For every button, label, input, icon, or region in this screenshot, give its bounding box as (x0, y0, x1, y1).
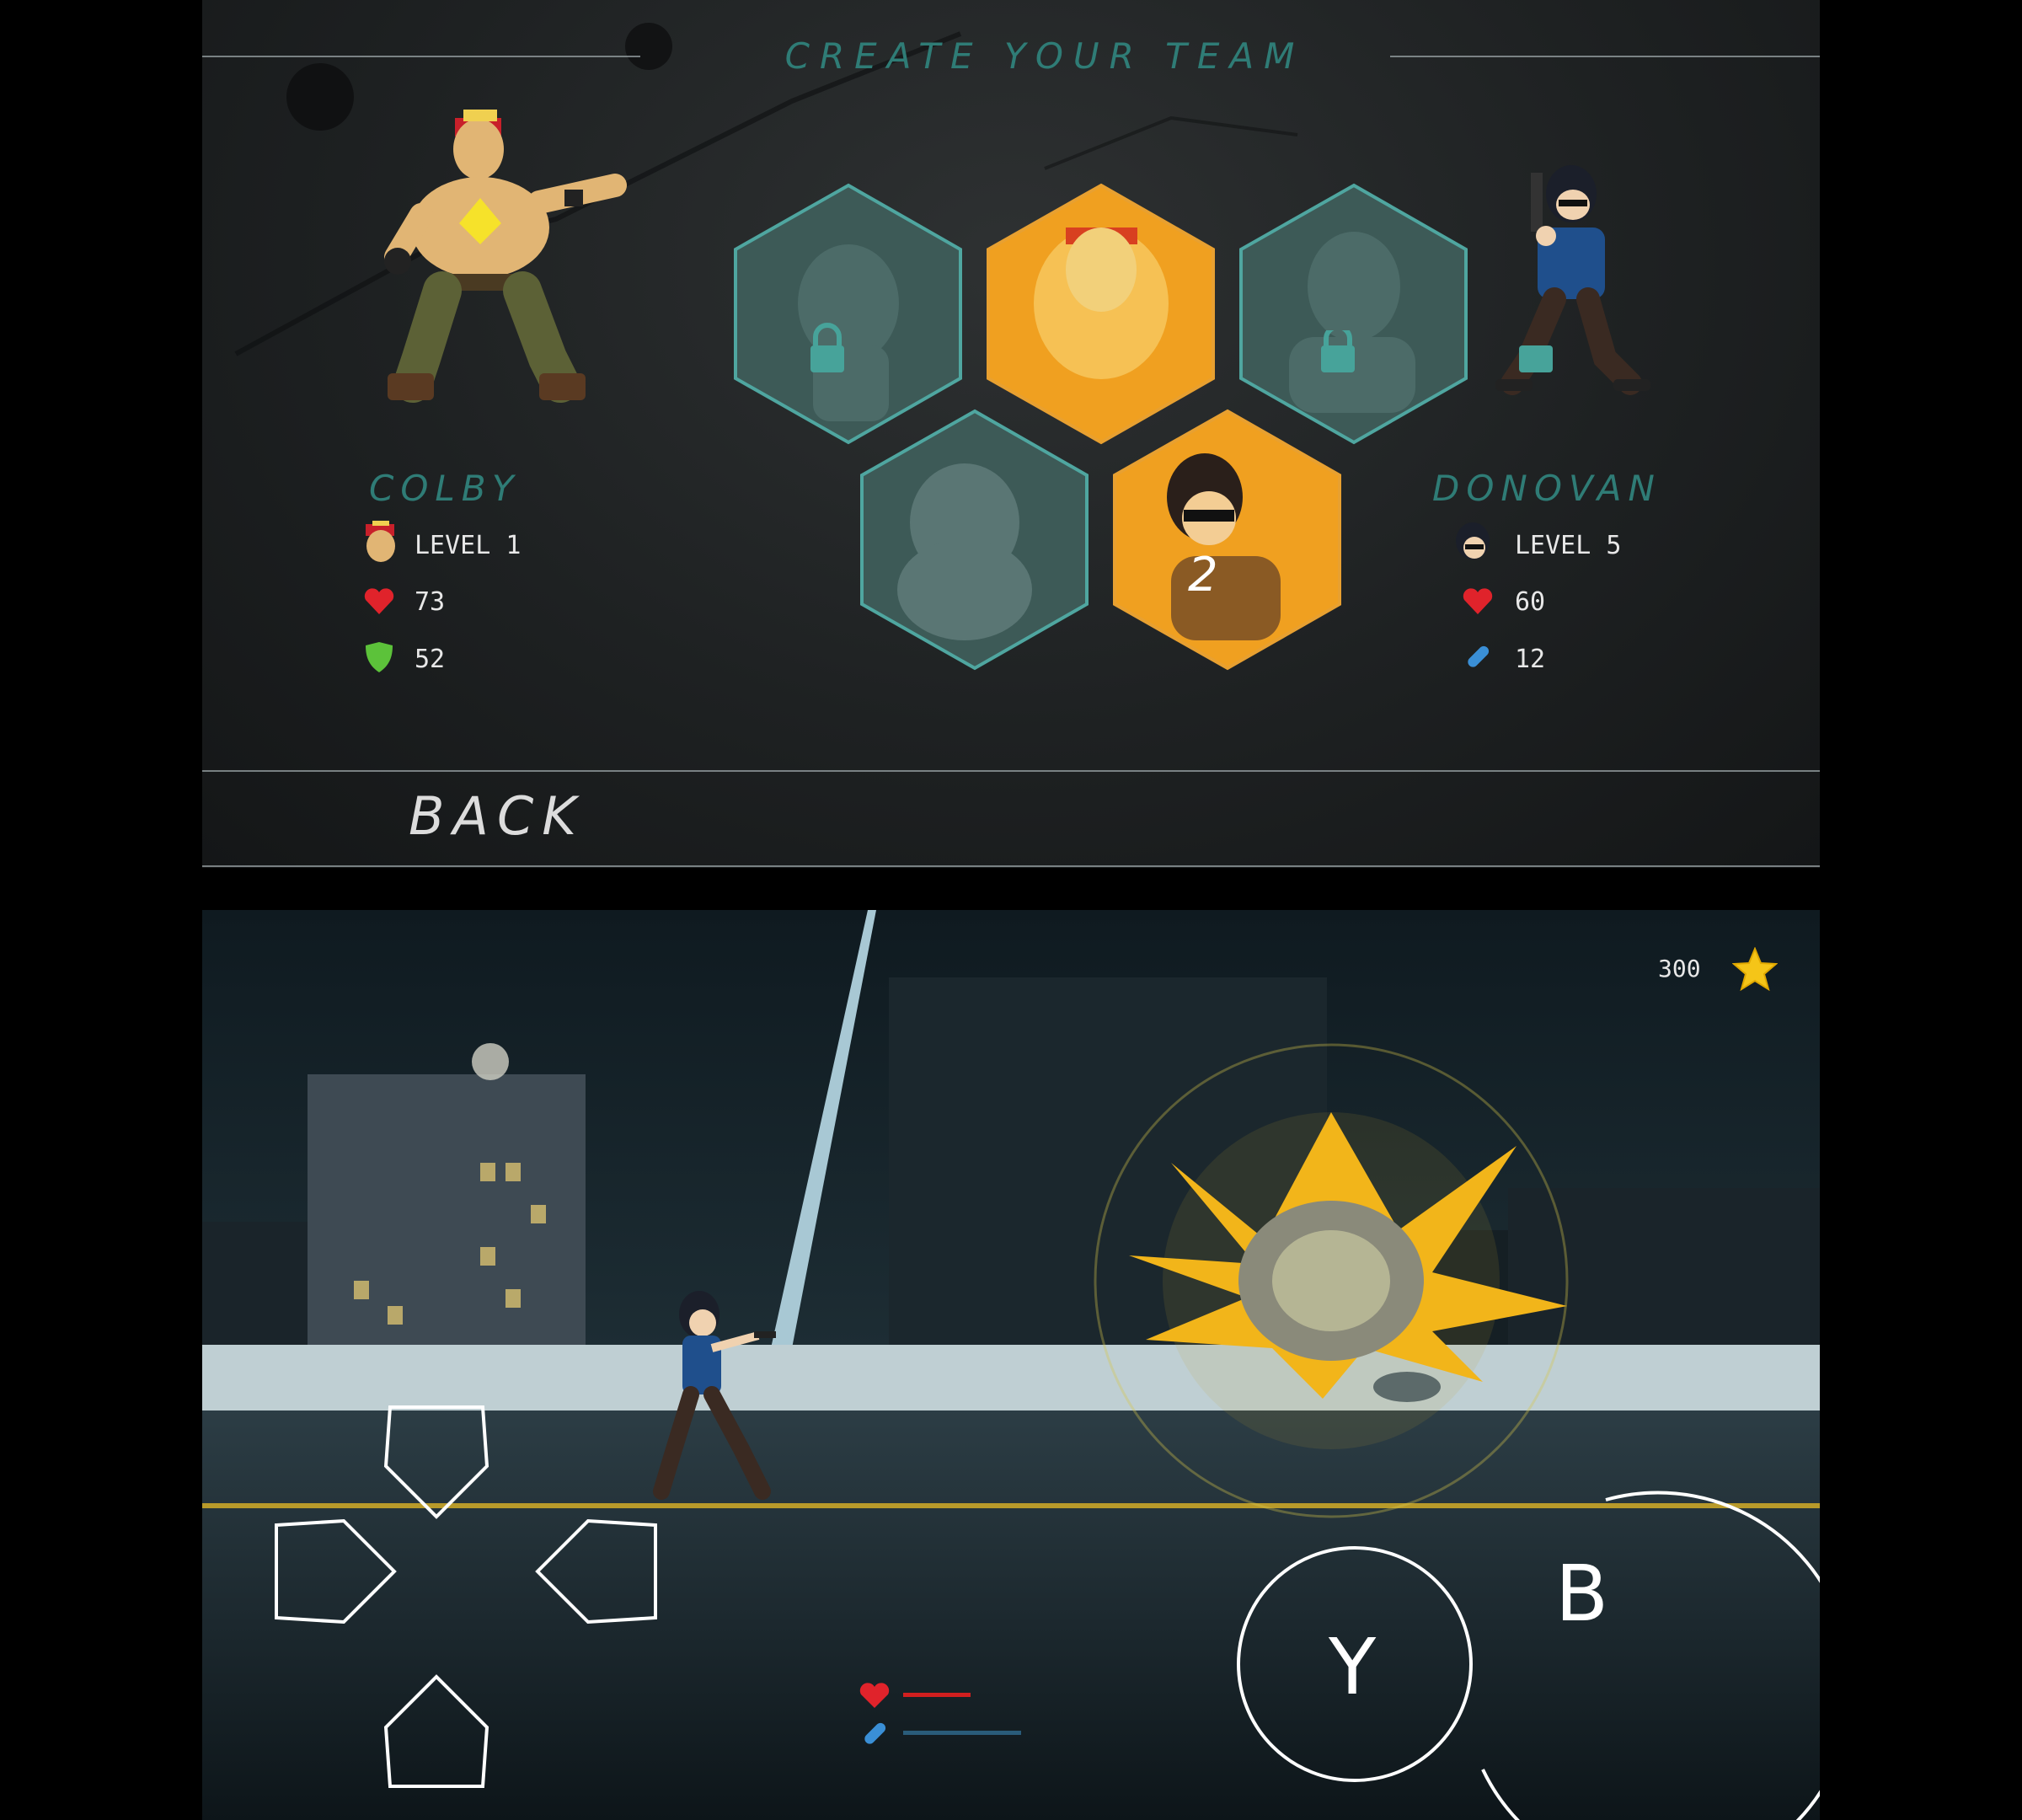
bullet-icon (864, 1722, 886, 1744)
enemy-debris (1373, 1372, 1441, 1402)
team-select-screen: CREATE YOUR TEAM 2 COLBY LEVEL 1 73 52 D… (202, 0, 1820, 868)
left-character-name: COLBY (369, 468, 521, 509)
hex-slots (734, 135, 1553, 671)
lock-icon (1519, 345, 1553, 372)
dpad-right[interactable] (535, 1518, 657, 1625)
back-bar-bottom-line (202, 865, 1820, 867)
score: 300 (1658, 955, 1701, 982)
moon (472, 1043, 509, 1080)
shield-icon (366, 642, 393, 672)
colby-avatar-icon (366, 521, 395, 562)
right-health: 60 (1515, 587, 1546, 617)
hex-slot-4[interactable] (860, 409, 1089, 671)
hex-slot-3[interactable] (1239, 183, 1468, 445)
gameplay-screen: 300 Y B (202, 910, 1820, 1820)
b-button-label: B (1555, 1549, 1609, 1639)
right-ammo: 12 (1515, 645, 1546, 674)
dpad-up[interactable] (383, 1405, 489, 1519)
dpad (275, 1405, 657, 1788)
action-buttons (1237, 1491, 1820, 1820)
ammo-bar (903, 1731, 1021, 1735)
lock-icon (1321, 330, 1355, 372)
dpad-down[interactable] (383, 1674, 489, 1788)
hex-slot-5[interactable] (1113, 409, 1341, 671)
heart-icon (1463, 588, 1493, 614)
right-level: LEVEL 5 (1515, 531, 1622, 560)
dpad-left[interactable] (275, 1518, 397, 1625)
bullet-icon (1468, 645, 1490, 667)
heart-icon (364, 588, 394, 614)
health-bar (903, 1693, 971, 1697)
back-bar-top-line (202, 770, 1820, 772)
b-button[interactable] (1481, 1491, 1820, 1820)
heart-icon (859, 1683, 890, 1708)
right-character-name: DONOVAN (1432, 468, 1661, 509)
hex-slot-2[interactable] (987, 183, 1215, 445)
left-health: 73 (415, 587, 446, 617)
donovan-avatar-icon (1456, 522, 1490, 559)
hex-slot-1[interactable] (734, 135, 962, 445)
back-button[interactable]: BACK (409, 785, 585, 847)
y-button-label: Y (1329, 1622, 1377, 1712)
left-armor: 52 (415, 645, 446, 674)
left-level: LEVEL 1 (415, 531, 522, 560)
star-icon (1732, 947, 1778, 991)
slot-number: 2 (1188, 548, 1218, 602)
